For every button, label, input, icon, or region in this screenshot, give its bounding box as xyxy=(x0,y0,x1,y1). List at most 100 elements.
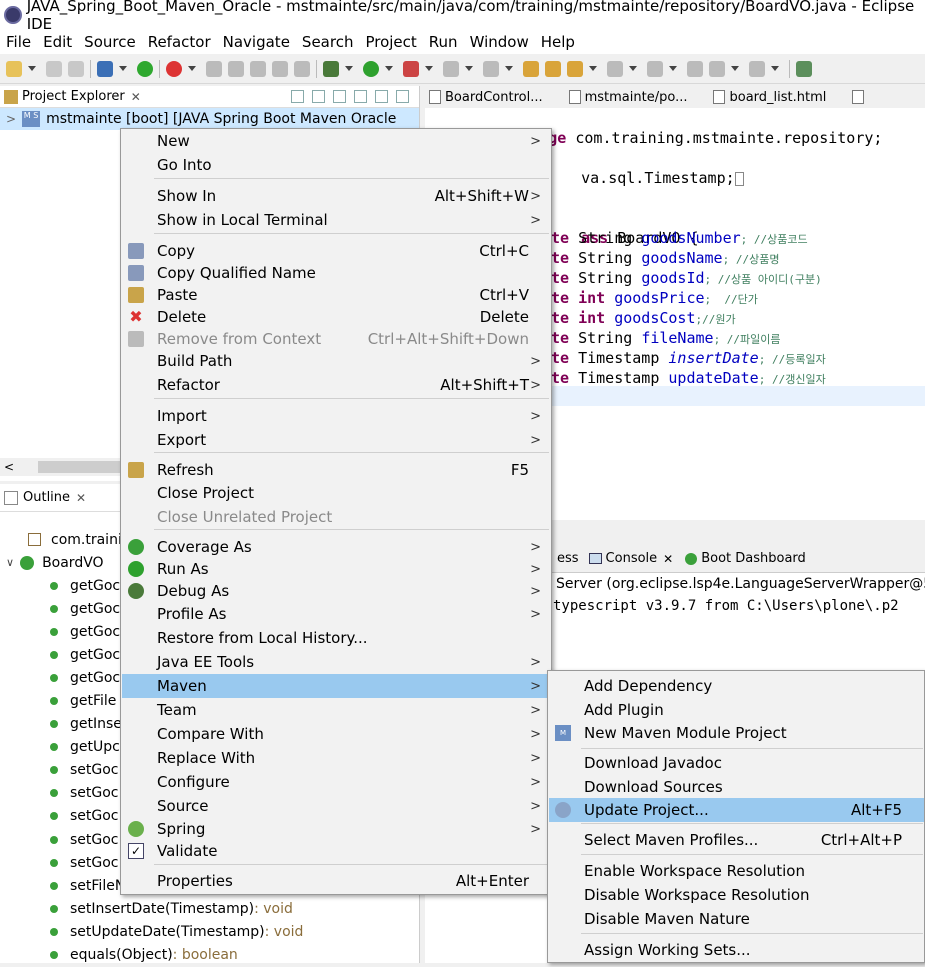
last-edit-icon[interactable] xyxy=(687,60,703,77)
menu-file[interactable]: File xyxy=(6,33,31,51)
menu-item-import[interactable]: Import > xyxy=(122,404,551,428)
menu-item-new[interactable]: New > xyxy=(122,129,551,153)
menu-item-refresh[interactable]: Refresh F5 xyxy=(122,458,551,482)
terminal-icon[interactable] xyxy=(97,60,113,77)
chevron-down-icon[interactable] xyxy=(345,66,353,71)
chevron-down-icon[interactable] xyxy=(119,66,127,71)
menu-item-build-path[interactable]: Build Path > xyxy=(122,349,551,373)
filter-icon[interactable] xyxy=(333,90,346,103)
maven-item-new-maven-module-project[interactable]: M New Maven Module Project xyxy=(549,721,924,745)
menu-item-source[interactable]: Source > xyxy=(122,794,551,818)
menu-item-configure[interactable]: Configure > xyxy=(122,770,551,794)
refresh-icon[interactable] xyxy=(166,60,182,77)
maven-item-update-project[interactable]: Update Project... Alt+F5 xyxy=(549,798,924,822)
editor-tab[interactable]: mstmainte/po... xyxy=(565,90,687,105)
spring-boot-icon[interactable] xyxy=(137,60,153,77)
editor-tab[interactable] xyxy=(848,90,868,104)
pin-icon[interactable] xyxy=(206,60,222,77)
folded-imports-icon[interactable] xyxy=(734,171,744,186)
outline-member-row[interactable]: equals(Object) : boolean xyxy=(0,944,419,967)
boot-dashboard-tab[interactable]: Boot Dashboard xyxy=(685,551,806,566)
menu-item-export[interactable]: Export > xyxy=(122,428,551,452)
menu-item-team[interactable]: Team > xyxy=(122,698,551,722)
menu-item-delete[interactable]: ✖ Delete Delete xyxy=(122,305,551,329)
menu-item-restore-from-local-history[interactable]: Restore from Local History... xyxy=(122,626,551,650)
collapse-all-icon[interactable] xyxy=(291,90,304,103)
stop-icon[interactable] xyxy=(443,60,459,77)
chevron-down-icon[interactable] xyxy=(629,66,637,71)
chevron-down-icon[interactable] xyxy=(589,66,597,71)
console-tab[interactable]: Console ✕ xyxy=(588,551,673,566)
menu-item-profile-as[interactable]: Profile As > xyxy=(122,602,551,626)
server-icon[interactable] xyxy=(483,60,499,77)
maven-item-enable-workspace-resolution[interactable]: Enable Workspace Resolution xyxy=(549,859,924,883)
scroll-left-icon[interactable]: < xyxy=(4,460,14,474)
outline-member-row[interactable]: setInsertDate(Timestamp) : void xyxy=(0,897,419,920)
chevron-down-icon[interactable]: ∨ xyxy=(6,556,14,569)
maven-item-select-maven-profiles[interactable]: Select Maven Profiles... Ctrl+Alt+P xyxy=(549,828,924,852)
menu-item-copy-qualified-name[interactable]: Copy Qualified Name xyxy=(122,261,551,285)
menu-item-properties[interactable]: Properties Alt+Enter xyxy=(122,869,551,893)
close-icon[interactable]: ✕ xyxy=(131,90,141,104)
maven-item-download-javadoc[interactable]: Download Javadoc xyxy=(549,751,924,775)
new-icon[interactable] xyxy=(6,60,22,77)
menu-item-refactor[interactable]: Refactor Alt+Shift+T > xyxy=(122,373,551,397)
chevron-down-icon[interactable] xyxy=(731,66,739,71)
menu-navigate[interactable]: Navigate xyxy=(223,33,290,51)
link-editor-icon[interactable] xyxy=(312,90,325,103)
menu-item-validate[interactable]: ✓ Validate xyxy=(122,839,551,863)
external-tools-icon[interactable] xyxy=(403,60,419,77)
save-icon[interactable] xyxy=(46,60,62,77)
menu-item-debug-as[interactable]: Debug As > xyxy=(122,579,551,603)
chevron-down-icon[interactable] xyxy=(465,66,473,71)
maven-item-disable-maven-nature[interactable]: Disable Maven Nature xyxy=(549,907,924,931)
menu-edit[interactable]: Edit xyxy=(43,33,72,51)
chevron-down-icon[interactable] xyxy=(505,66,513,71)
close-icon[interactable]: ✕ xyxy=(76,491,86,505)
maven-item-download-sources[interactable]: Download Sources xyxy=(549,775,924,799)
close-icon[interactable]: ✕ xyxy=(663,552,673,566)
maven-item-add-dependency[interactable]: Add Dependency xyxy=(549,674,924,698)
menu-item-spring[interactable]: Spring > xyxy=(122,817,551,841)
menu-item-close-project[interactable]: Close Project xyxy=(122,481,551,505)
back-icon[interactable] xyxy=(709,60,725,77)
open-type-icon[interactable] xyxy=(523,60,539,77)
open-folder-icon[interactable] xyxy=(545,60,561,77)
menu-item-show-in-local-terminal[interactable]: Show in Local Terminal > xyxy=(122,208,551,232)
tool-icon[interactable] xyxy=(250,60,266,77)
menu-item-run-as[interactable]: Run As > xyxy=(122,557,551,581)
menu-item-go-into[interactable]: Go Into xyxy=(122,153,551,177)
menu-help[interactable]: Help xyxy=(541,33,575,51)
maven-item-disable-workspace-resolution[interactable]: Disable Workspace Resolution xyxy=(549,883,924,907)
tool-icon[interactable] xyxy=(228,60,244,77)
menu-item-maven[interactable]: Maven > xyxy=(122,674,551,698)
view-menu-icon[interactable] xyxy=(354,90,367,103)
outline-member-row[interactable]: setUpdateDate(Timestamp) : void xyxy=(0,920,419,943)
maven-item-add-plugin[interactable]: Add Plugin xyxy=(549,698,924,722)
tool-icon[interactable] xyxy=(272,60,288,77)
menu-refactor[interactable]: Refactor xyxy=(148,33,211,51)
menu-run[interactable]: Run xyxy=(429,33,458,51)
menu-item-paste[interactable]: Paste Ctrl+V xyxy=(122,283,551,307)
chevron-right-icon[interactable]: > xyxy=(6,112,16,126)
menu-project[interactable]: Project xyxy=(365,33,416,51)
paragraph-icon[interactable] xyxy=(294,60,310,77)
project-tree-item[interactable]: > M S mstmainte [boot] [JAVA Spring Boot… xyxy=(0,108,419,130)
menu-item-compare-with[interactable]: Compare With > xyxy=(122,722,551,746)
menu-window[interactable]: Window xyxy=(470,33,529,51)
editor-tab[interactable]: board_list.html xyxy=(709,90,826,105)
chevron-down-icon[interactable] xyxy=(425,66,433,71)
editor-tab[interactable]: BoardControl... xyxy=(425,90,543,105)
menu-item-replace-with[interactable]: Replace With > xyxy=(122,746,551,770)
chevron-down-icon[interactable] xyxy=(771,66,779,71)
menu-source[interactable]: Source xyxy=(84,33,136,51)
save-all-icon[interactable] xyxy=(68,60,84,77)
chevron-down-icon[interactable] xyxy=(385,66,393,71)
open-perspective-icon[interactable] xyxy=(796,60,812,77)
progress-tab-label[interactable]: ess xyxy=(557,551,579,566)
run-icon[interactable] xyxy=(363,60,379,77)
search-icon[interactable] xyxy=(567,60,583,77)
menu-item-show-in[interactable]: Show In Alt+Shift+W > xyxy=(122,184,551,208)
chevron-down-icon[interactable] xyxy=(28,66,36,71)
project-explorer-tab[interactable]: Project Explorer ✕ xyxy=(0,86,419,108)
